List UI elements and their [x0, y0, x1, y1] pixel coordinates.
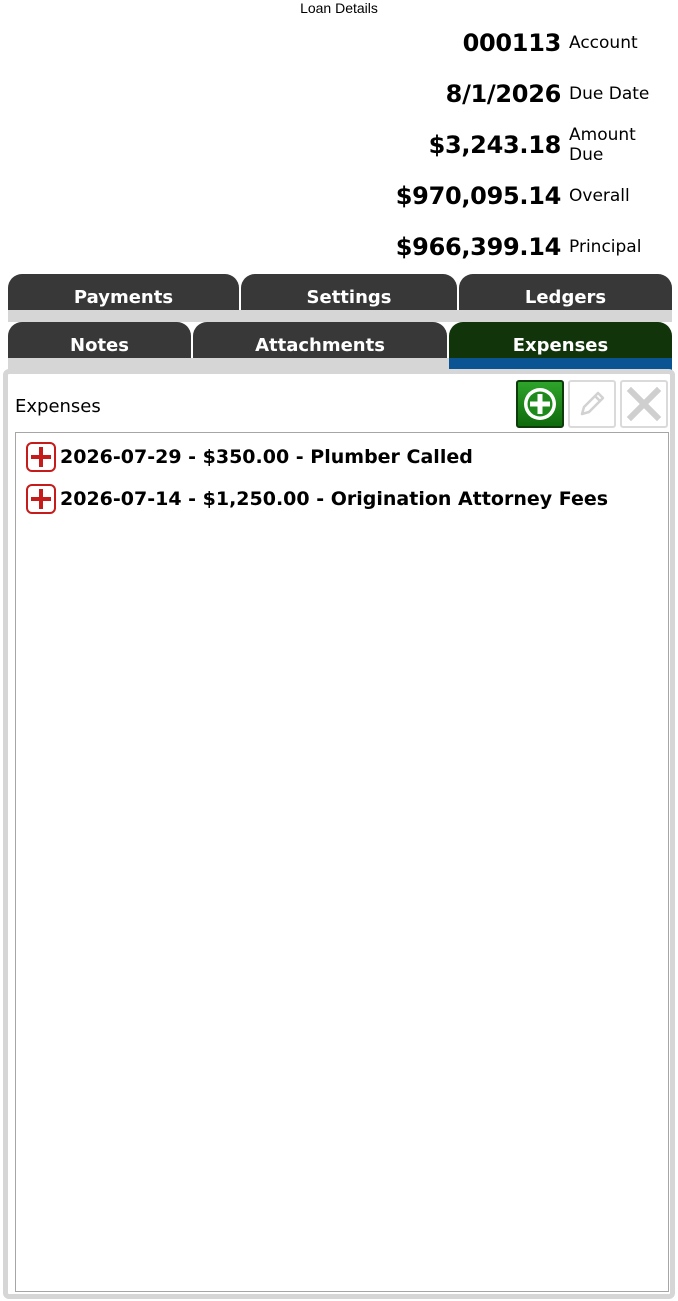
tab-ledgers[interactable]: Ledgers [459, 274, 672, 310]
list-item[interactable]: 2026-07-29 - $350.00 - Plumber Called [26, 439, 473, 475]
expense-item-text: 2026-07-14 - $1,250.00 - Origination Att… [60, 488, 609, 510]
overall-label: Overall [569, 186, 630, 206]
pencil-icon [580, 391, 605, 416]
amount-due-value: $3,243.18 [428, 131, 562, 159]
tab-notes[interactable]: Notes [8, 322, 191, 358]
summary-overall: $970,095.14 Overall [396, 180, 670, 212]
add-circle-icon [524, 388, 556, 420]
summary-principal: $966,399.14 Principal [396, 231, 670, 263]
close-icon [626, 386, 662, 422]
panel-title: Expenses [15, 396, 101, 417]
expense-item-text: 2026-07-29 - $350.00 - Plumber Called [60, 446, 473, 468]
due-date-value: 8/1/2026 [445, 80, 562, 108]
due-date-label: Due Date [569, 84, 650, 104]
summary-due-date: 8/1/2026 Due Date [446, 78, 670, 110]
amount-due-label: Amount Due [569, 125, 636, 165]
tab-attachments[interactable]: Attachments [193, 322, 447, 358]
expenses-panel: Expenses 2026-07-29 - $350.00 - Plumber … [3, 369, 675, 1299]
expand-plus-icon[interactable] [26, 442, 56, 472]
add-expense-button[interactable] [516, 380, 564, 428]
window-title: Loan Details [300, 0, 378, 16]
expand-plus-icon[interactable] [26, 484, 56, 514]
account-label: Account [569, 33, 638, 53]
delete-expense-button[interactable] [620, 380, 668, 428]
tab-row-top: Payments Settings Ledgers [8, 274, 672, 322]
tab-expenses[interactable]: Expenses [449, 322, 672, 358]
expenses-list[interactable]: 2026-07-29 - $350.00 - Plumber Called 20… [15, 432, 669, 1292]
account-value: 000113 [462, 29, 562, 57]
principal-label: Principal [569, 237, 642, 257]
overall-value: $970,095.14 [395, 182, 562, 210]
principal-value: $966,399.14 [395, 233, 562, 261]
tab-bar-divider [8, 310, 672, 322]
summary-amount-due: $3,243.18 Amount Due [428, 125, 670, 165]
tab-payments[interactable]: Payments [8, 274, 239, 310]
tab-row-bottom: Notes Attachments Expenses [8, 322, 672, 370]
list-item[interactable]: 2026-07-14 - $1,250.00 - Origination Att… [26, 481, 608, 517]
tab-settings[interactable]: Settings [241, 274, 457, 310]
edit-expense-button[interactable] [568, 380, 616, 428]
summary-account: 000113 Account [463, 27, 670, 59]
